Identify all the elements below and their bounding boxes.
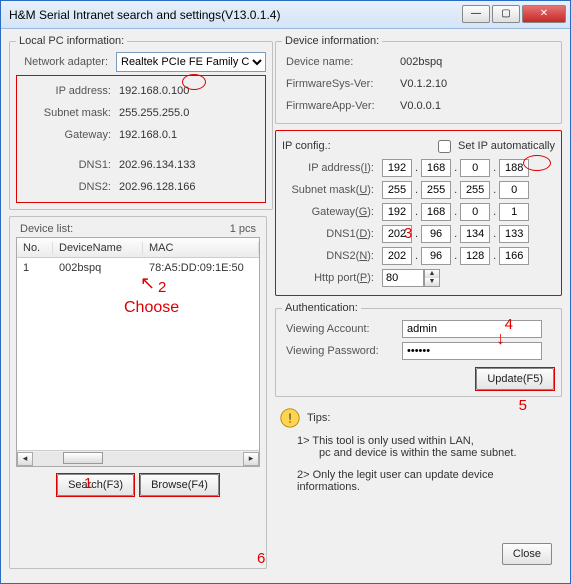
tip-1b: pc and device is within the same subnet.	[279, 447, 558, 459]
col-name[interactable]: DeviceName	[53, 242, 143, 254]
dns2-value: 202.96.128.166	[119, 181, 263, 193]
window-title: H&M Serial Intranet search and settings(…	[9, 8, 460, 22]
cfg-mask-field[interactable]: ...	[382, 181, 529, 199]
dns2-label: DNS2:	[19, 181, 119, 193]
mask-label: Subnet mask:	[19, 107, 119, 119]
fwapp-label: FirmwareApp-Ver:	[282, 100, 400, 112]
pass-label: Viewing Password:	[282, 345, 402, 357]
cfg-ip-field[interactable]: ...	[382, 159, 529, 177]
cfg-dns2-field[interactable]: ...	[382, 247, 529, 265]
cfg-dns2-label: DNS2(N):	[282, 250, 382, 262]
gw-label: Gateway:	[19, 129, 119, 141]
scroll-track[interactable]	[33, 452, 243, 466]
search-button[interactable]: Search(F3)	[57, 474, 134, 496]
cfg-gw-label: Gateway(G):	[282, 206, 382, 218]
device-info-group: Device information: Device name:002bspq …	[275, 35, 562, 124]
list-header: No. DeviceName MAC	[17, 238, 259, 258]
ip-oct2[interactable]	[421, 159, 451, 177]
svg-text:!: !	[288, 411, 292, 426]
http-port-stepper[interactable]: ▲▼	[382, 269, 440, 287]
tip-1: 1> This tool is only used within LAN,	[279, 435, 558, 447]
dns1-value: 202.96.134.133	[119, 159, 263, 171]
cfg-dns1-field[interactable]: ...	[382, 225, 529, 243]
device-list[interactable]: No. DeviceName MAC 1 002bspq 78:A5:DD:09…	[16, 237, 260, 467]
cfg-gw-field[interactable]: ...	[382, 203, 529, 221]
cfg-ip-label: IP address(I):	[282, 162, 382, 174]
close-window-button[interactable]: ✕	[522, 5, 566, 23]
scroll-left-button[interactable]: ◂	[17, 452, 33, 466]
auto-ip-label: Set IP automatically	[458, 140, 555, 152]
h-scrollbar[interactable]: ◂ ▸	[17, 450, 259, 466]
mask-value: 255.255.255.0	[119, 107, 263, 119]
tip-2: 2> Only the legit user can update device…	[279, 469, 558, 493]
cfg-dns1-label: DNS1(D):	[282, 228, 382, 240]
col-mac[interactable]: MAC	[143, 242, 259, 254]
fwapp-value: V0.0.0.1	[400, 100, 555, 112]
auto-ip-input[interactable]	[438, 140, 451, 153]
ip-oct3[interactable]	[460, 159, 490, 177]
maximize-button[interactable]: ▢	[492, 5, 520, 23]
auth-group: Authentication: Viewing Account: Viewing…	[275, 302, 562, 397]
window-controls: — ▢ ✕	[460, 5, 566, 25]
browse-button[interactable]: Browse(F4)	[140, 474, 219, 496]
cfg-mask-label: Subnet mask(U):	[282, 184, 382, 196]
fwsys-value: V0.1.2.10	[400, 78, 555, 90]
auto-ip-checkbox[interactable]: Set IP automatically	[434, 137, 555, 156]
gw-value: 192.168.0.1	[119, 129, 263, 141]
ip-config-group: IP config.: Set IP automatically IP addr…	[275, 130, 562, 296]
devname-label: Device name:	[282, 56, 400, 68]
device-list-legend: Device list:	[20, 223, 73, 235]
device-list-group: Device list: 1 pcs No. DeviceName MAC 1 …	[9, 216, 267, 569]
scroll-right-button[interactable]: ▸	[243, 452, 259, 466]
col-no[interactable]: No.	[17, 242, 53, 254]
app-window: H&M Serial Intranet search and settings(…	[0, 0, 571, 584]
ip-oct4[interactable]	[499, 159, 529, 177]
network-adapter-select[interactable]: Realtek PCIe FE Family Cor	[116, 52, 266, 72]
user-label: Viewing Account:	[282, 323, 402, 335]
table-row[interactable]: 1 002bspq 78:A5:DD:09:1E:50	[17, 258, 259, 278]
devname-value: 002bspq	[400, 56, 555, 68]
port-down[interactable]: ▼	[425, 278, 439, 286]
cell-no: 1	[17, 262, 53, 274]
port-up[interactable]: ▲	[425, 270, 439, 278]
ip-label: IP address:	[19, 85, 119, 97]
viewing-password-input[interactable]	[402, 342, 542, 360]
scroll-thumb[interactable]	[63, 452, 103, 464]
local-pc-legend: Local PC information:	[16, 35, 127, 47]
titlebar: H&M Serial Intranet search and settings(…	[1, 1, 570, 29]
fwsys-label: FirmwareSys-Ver:	[282, 78, 400, 90]
tips-area: ! Tips: 1> This tool is only used within…	[275, 403, 562, 493]
tips-icon: !	[279, 407, 301, 429]
local-pc-group: Local PC information: Network adapter: R…	[9, 35, 273, 210]
close-button[interactable]: Close	[502, 543, 552, 565]
ip-value: 192.168.0.100	[119, 85, 263, 97]
update-button[interactable]: Update(F5)	[476, 368, 554, 390]
ip-oct1[interactable]	[382, 159, 412, 177]
minimize-button[interactable]: —	[462, 5, 490, 23]
cell-mac: 78:A5:DD:09:1E:50	[143, 262, 259, 274]
ipcfg-legend: IP config.:	[282, 140, 331, 152]
adapter-label: Network adapter:	[16, 56, 116, 68]
local-ip-box: IP address:192.168.0.100 Subnet mask:255…	[16, 75, 266, 203]
device-count: 1 pcs	[230, 223, 256, 235]
cell-name: 002bspq	[53, 262, 143, 274]
viewing-account-input[interactable]	[402, 320, 542, 338]
content: Local PC information: Network adapter: R…	[1, 29, 570, 583]
http-port-input[interactable]	[382, 269, 424, 287]
cfg-port-label: Http port(P):	[282, 272, 382, 284]
device-info-legend: Device information:	[282, 35, 382, 47]
auth-legend: Authentication:	[282, 302, 361, 314]
tips-head: Tips:	[307, 412, 330, 424]
dns1-label: DNS1:	[19, 159, 119, 171]
